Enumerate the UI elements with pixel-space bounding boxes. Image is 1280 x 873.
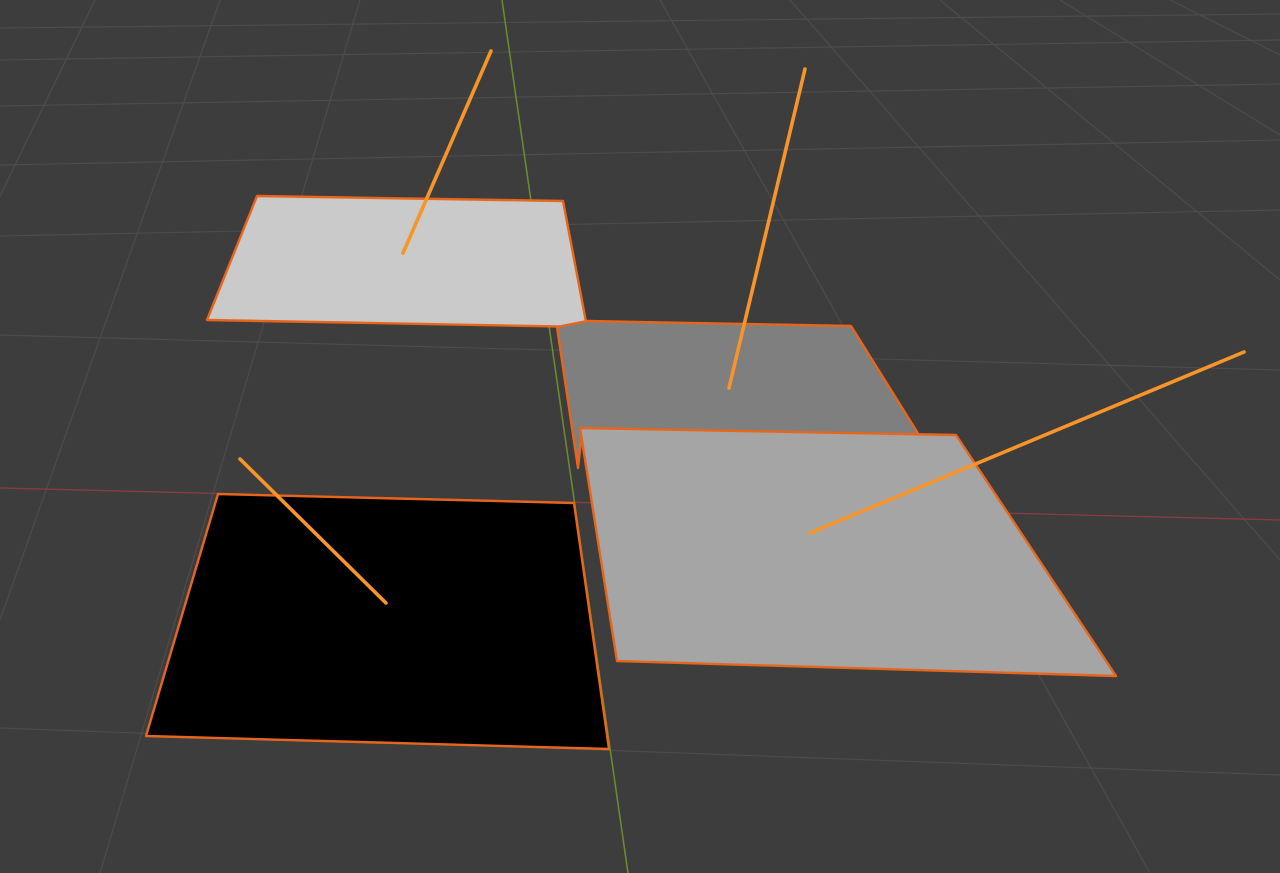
planes[interactable] bbox=[144, 194, 1118, 751]
plane-top-left[interactable] bbox=[205, 194, 589, 329]
3d-viewport[interactable] bbox=[0, 0, 1280, 873]
plane-bottom-left[interactable] bbox=[144, 492, 611, 751]
plane-right[interactable] bbox=[578, 426, 1118, 678]
viewport-canvas[interactable] bbox=[0, 0, 1280, 873]
